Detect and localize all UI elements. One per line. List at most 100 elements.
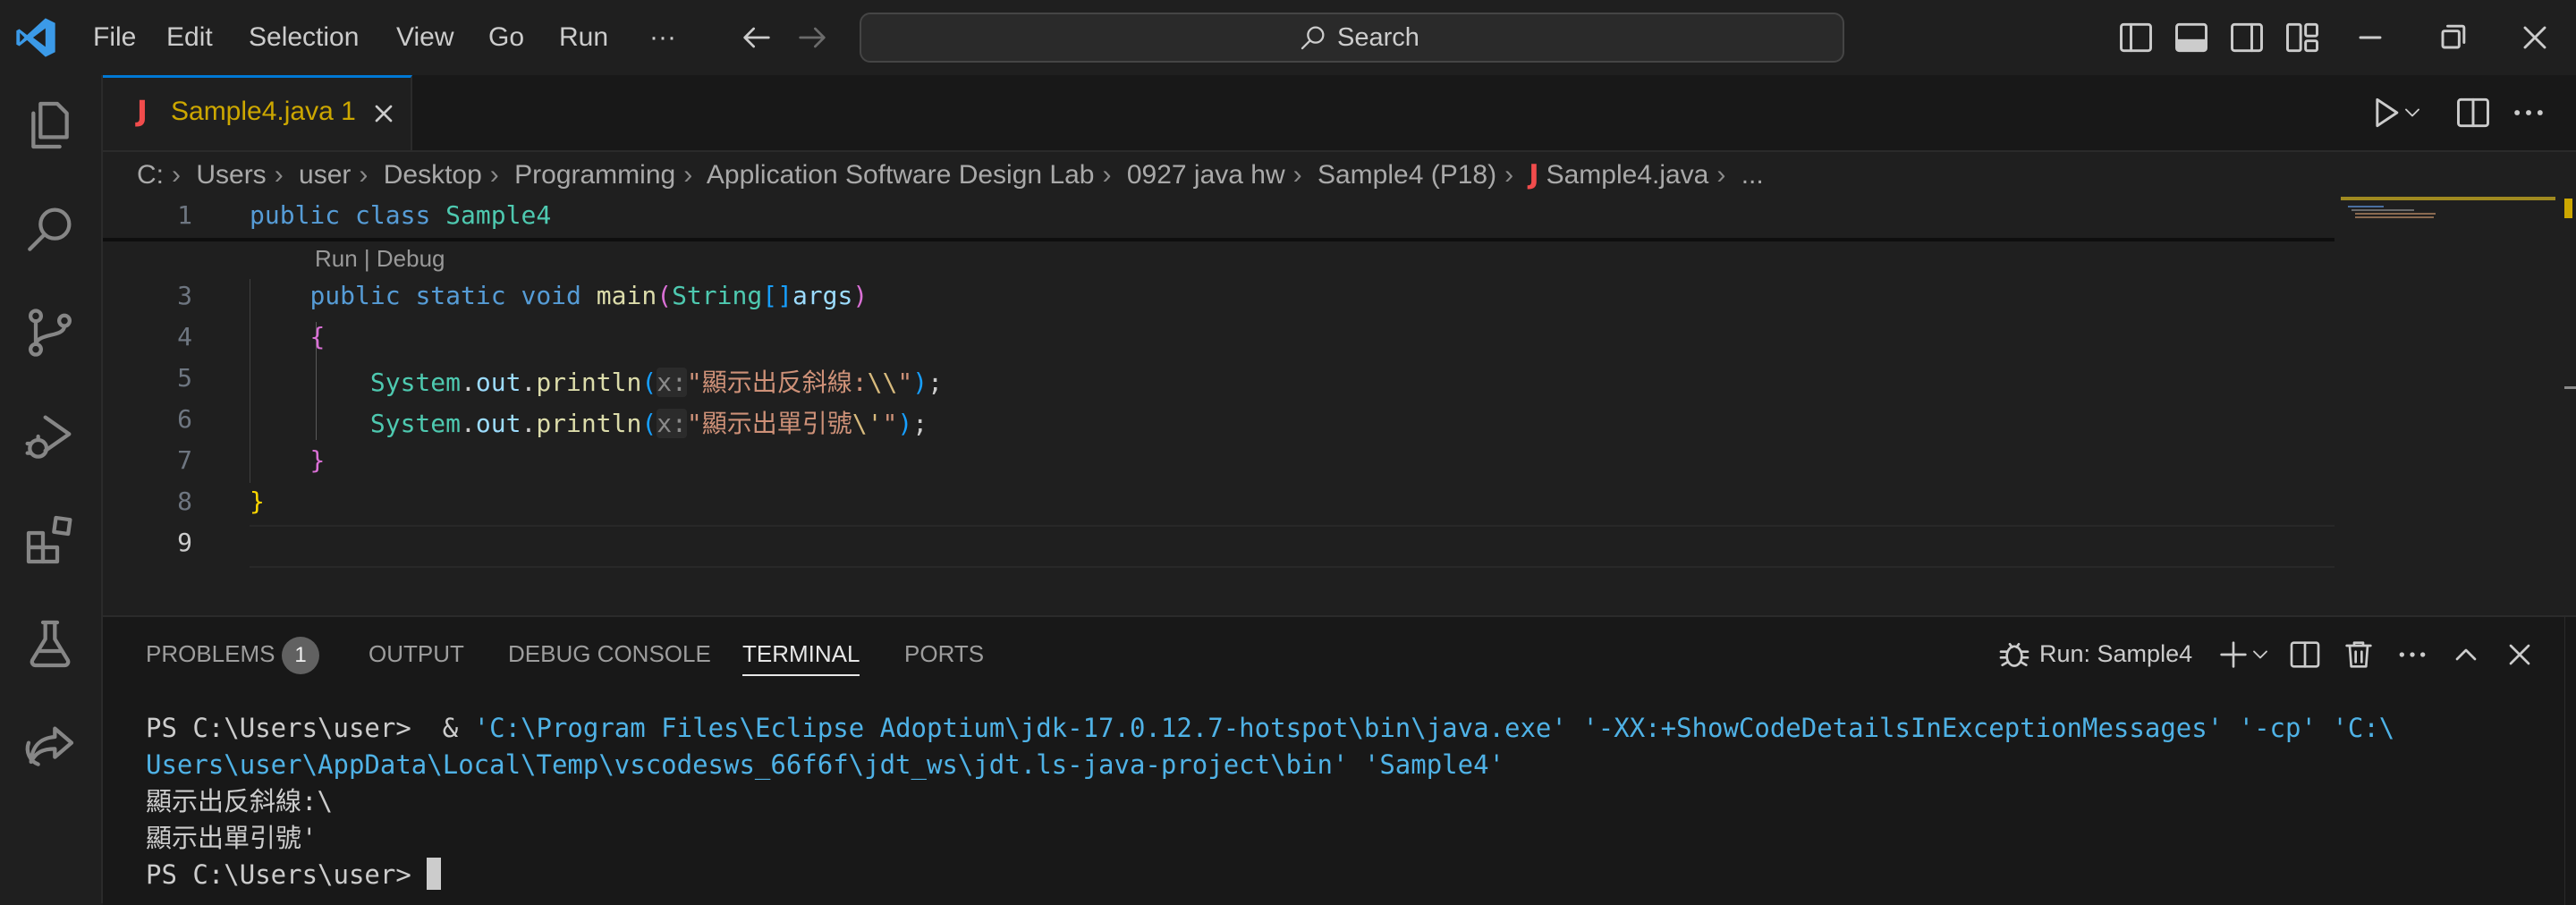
line-number: 3 xyxy=(177,281,192,310)
breadcrumb-item[interactable]: 0927 java hw xyxy=(1127,160,1285,190)
vscode-logo-icon[interactable] xyxy=(13,14,59,61)
restore-icon[interactable] xyxy=(2433,18,2472,57)
search-sidebar-icon[interactable] xyxy=(21,200,79,258)
parameter-inlay-hint: x: xyxy=(657,368,687,397)
editor-tab-bar: J Sample4.java 1 xyxy=(103,75,2576,152)
run-debug-codelens[interactable]: Run | Debug xyxy=(315,245,445,273)
maximize-panel-chevron-up-icon[interactable] xyxy=(2448,637,2484,672)
line-number: 7 xyxy=(177,445,192,475)
toggle-panel-icon[interactable] xyxy=(2172,18,2211,57)
java-file-icon: J xyxy=(137,94,148,128)
breadcrumb-item[interactable]: C: xyxy=(137,160,164,190)
line-number: 4 xyxy=(177,322,192,351)
tab-debug-console[interactable]: DEBUG CONSOLE xyxy=(508,633,711,674)
terminal-dropdown-chevron-icon[interactable] xyxy=(2248,637,2273,672)
split-terminal-icon[interactable] xyxy=(2287,637,2323,672)
breadcrumb-item[interactable]: Sample4.java xyxy=(1546,160,1709,190)
explorer-icon[interactable] xyxy=(21,97,79,154)
problems-count-badge: 1 xyxy=(282,637,319,674)
chevron-right-icon: › xyxy=(359,160,369,190)
close-window-icon[interactable] xyxy=(2515,18,2555,57)
title-bar: File Edit Selection View Go Run ··· Sear… xyxy=(0,0,2576,77)
editor-scrollbar[interactable] xyxy=(2564,197,2576,615)
chevron-right-icon: › xyxy=(1504,160,1514,190)
run-and-debug-icon[interactable] xyxy=(21,408,79,465)
code-line-3[interactable]: public static void main(String[]args) xyxy=(250,281,868,310)
breadcrumb-item[interactable]: Application Software Design Lab xyxy=(707,160,1095,190)
chevron-right-icon: › xyxy=(1716,160,1726,190)
line-number: 9 xyxy=(177,528,192,557)
run-dropdown-chevron-icon[interactable] xyxy=(2400,93,2425,132)
menu-go[interactable]: Go xyxy=(488,18,524,57)
breadcrumb-item[interactable]: ... xyxy=(1741,160,1764,190)
breadcrumb-item[interactable]: Desktop xyxy=(384,160,482,190)
search-label: Search xyxy=(1337,23,1419,52)
code-line-5[interactable]: System.out.println(x:"顯示出反斜線:\\"); xyxy=(250,363,943,399)
menu-more[interactable]: ··· xyxy=(649,18,676,57)
toggle-primary-sidebar-icon[interactable] xyxy=(2116,18,2156,57)
code-line-8[interactable]: } xyxy=(250,486,265,516)
terminal-cursor xyxy=(427,858,442,890)
toggle-secondary-sidebar-icon[interactable] xyxy=(2227,18,2267,57)
breadcrumb-item[interactable]: Users xyxy=(196,160,266,190)
minimize-icon[interactable] xyxy=(2351,18,2390,57)
tab-output[interactable]: OUTPUT xyxy=(369,633,464,674)
tab-sample4-java[interactable]: J Sample4.java 1 xyxy=(103,75,412,150)
close-panel-icon[interactable] xyxy=(2502,637,2538,672)
chevron-right-icon: › xyxy=(1102,160,1112,190)
search-icon xyxy=(1301,26,1325,50)
chevron-right-icon: › xyxy=(683,160,693,190)
line-number: 1 xyxy=(177,200,192,230)
breadcrumb: C: › Users › user › Desktop › Programming › A… xyxy=(137,154,1764,197)
tab-ports[interactable]: PORTS xyxy=(904,633,984,674)
current-line-highlight xyxy=(250,525,2334,568)
menu-edit[interactable]: Edit xyxy=(166,18,213,57)
panel-more-actions-icon[interactable] xyxy=(2394,637,2430,672)
source-control-icon[interactable] xyxy=(21,304,79,361)
extensions-icon[interactable] xyxy=(21,512,79,569)
activity-bar xyxy=(0,75,103,903)
command-center-search[interactable]: Search xyxy=(860,13,1844,63)
customize-layout-icon[interactable] xyxy=(2283,18,2322,57)
code-line-1[interactable]: public class Sample4 xyxy=(250,200,551,230)
debug-bug-icon xyxy=(1999,643,2029,667)
breadcrumb-item[interactable]: Sample4 (P18) xyxy=(1318,160,1496,190)
code-line-6[interactable]: System.out.println(x:"顯示出單引號\'"); xyxy=(250,404,928,440)
minimap[interactable] xyxy=(2341,197,2555,224)
terminal-instance-label[interactable]: Run: Sample4 xyxy=(2039,633,2192,674)
chevron-right-icon: › xyxy=(1292,160,1302,190)
tab-label: Sample4.java 1 xyxy=(171,97,356,126)
menu-run[interactable]: Run xyxy=(559,18,608,57)
testing-icon[interactable] xyxy=(21,615,79,672)
chevron-right-icon: › xyxy=(489,160,499,190)
menu-selection[interactable]: Selection xyxy=(249,18,359,57)
chevron-right-icon: › xyxy=(172,160,181,190)
close-tab-icon[interactable] xyxy=(369,99,398,128)
code-editor[interactable]: 1 public class Sample4 Run | Debug 3 pub… xyxy=(103,197,2576,615)
code-line-7[interactable]: } xyxy=(250,445,325,475)
breadcrumb-item[interactable]: user xyxy=(299,160,351,190)
line-number: 5 xyxy=(177,363,192,393)
bottom-panel: PROBLEMS 1 OUTPUT DEBUG CONSOLE TERMINAL… xyxy=(103,615,2576,905)
code-line-4[interactable]: { xyxy=(250,322,325,351)
back-arrow-icon[interactable] xyxy=(739,20,775,55)
line-number: 6 xyxy=(177,404,192,434)
sticky-scroll-shadow xyxy=(103,238,2334,241)
tab-problems[interactable]: PROBLEMS xyxy=(146,633,275,674)
java-file-icon: J xyxy=(1529,159,1539,190)
split-editor-icon[interactable] xyxy=(2453,93,2493,132)
new-terminal-plus-icon[interactable] xyxy=(2216,637,2251,672)
breadcrumb-item[interactable]: Programming xyxy=(514,160,675,190)
line-number: 8 xyxy=(177,486,192,516)
tab-terminal[interactable]: TERMINAL xyxy=(742,633,860,676)
parameter-inlay-hint: x: xyxy=(657,409,687,438)
terminal-scrollbar[interactable] xyxy=(2564,617,2576,905)
forward-arrow-icon[interactable] xyxy=(794,20,830,55)
menu-file[interactable]: File xyxy=(93,18,136,57)
menu-view[interactable]: View xyxy=(396,18,453,57)
live-share-icon[interactable] xyxy=(21,719,79,776)
more-actions-icon[interactable] xyxy=(2509,93,2548,132)
chevron-right-icon: › xyxy=(274,160,284,190)
terminal-output[interactable]: PS C:\Users\user> & 'C:\Program Files\Ec… xyxy=(146,710,2394,893)
kill-terminal-trash-icon[interactable] xyxy=(2341,637,2377,672)
